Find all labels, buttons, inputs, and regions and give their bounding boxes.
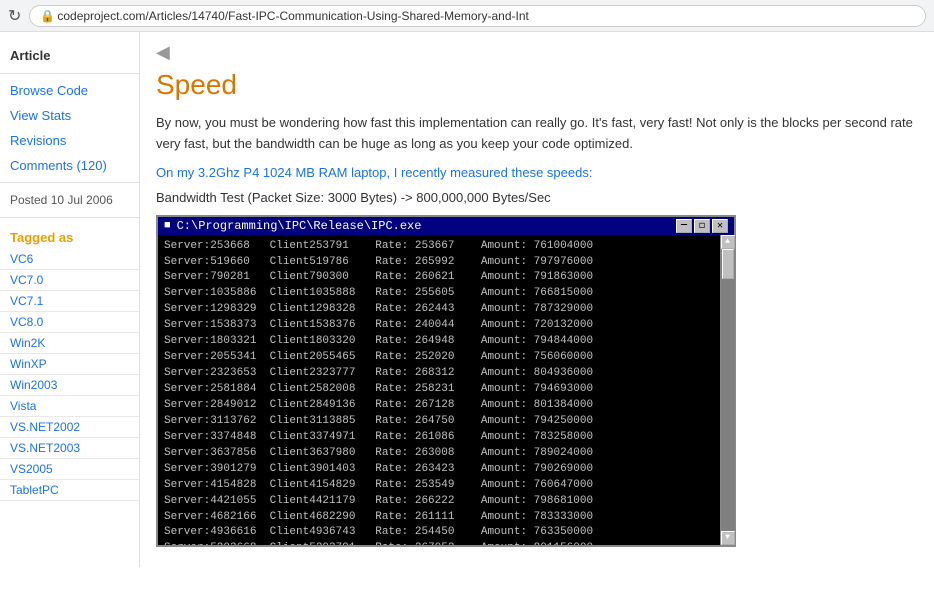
- console-line: Server:3637856 Client3637980 Rate: 26300…: [164, 446, 728, 462]
- intro-paragraph: By now, you must be wondering how fast t…: [156, 113, 914, 155]
- measured-paragraph: On my 3.2Ghz P4 1024 MB RAM laptop, I re…: [156, 165, 914, 180]
- console-line: Server:1803321 Client1803320 Rate: 26494…: [164, 334, 728, 350]
- bandwidth-paragraph: Bandwidth Test (Packet Size: 3000 Bytes)…: [156, 190, 914, 205]
- console-titlebar-left: ■ C:\Programming\IPC\Release\IPC.exe: [164, 219, 421, 233]
- tag-vc6[interactable]: VC6: [0, 249, 139, 270]
- tag-winxp[interactable]: WinXP: [0, 354, 139, 375]
- minimize-button[interactable]: —: [676, 219, 692, 233]
- tag-vista[interactable]: Vista: [0, 396, 139, 417]
- console-line: Server:790281 Client790300 Rate: 260621 …: [164, 270, 728, 286]
- tag-vsnet2002[interactable]: VS.NET2002: [0, 417, 139, 438]
- browser-bar: ↻ 🔒 codeproject.com/Articles/14740/Fast-…: [0, 0, 934, 32]
- sidebar: Article Browse Code View Stats Revisions…: [0, 32, 140, 567]
- console-titlebar-buttons: — ◻ ✕: [676, 219, 728, 233]
- sidebar-divider-tagged: [0, 217, 139, 218]
- console-body: Server:253668 Client253791 Rate: 253667 …: [158, 235, 734, 545]
- url-text: codeproject.com/Articles/14740/Fast-IPC-…: [57, 9, 529, 23]
- tag-vs2005[interactable]: VS2005: [0, 459, 139, 480]
- console-line: Server:4936616 Client4936743 Rate: 25445…: [164, 525, 728, 541]
- tag-vc80[interactable]: VC8.0: [0, 312, 139, 333]
- console-line: Server:2055341 Client2055465 Rate: 25202…: [164, 350, 728, 366]
- sidebar-divider-mid: [0, 182, 139, 183]
- tag-tabletpc[interactable]: TabletPC: [0, 480, 139, 501]
- console-line: Server:2849012 Client2849136 Rate: 26712…: [164, 398, 728, 414]
- console-window: ■ C:\Programming\IPC\Release\IPC.exe — ◻…: [156, 215, 736, 547]
- sidebar-divider-top: [0, 73, 139, 74]
- close-button[interactable]: ✕: [712, 219, 728, 233]
- console-body-wrapper: Server:253668 Client253791 Rate: 253667 …: [158, 235, 734, 545]
- page-container: Article Browse Code View Stats Revisions…: [0, 32, 934, 567]
- restore-button[interactable]: ◻: [694, 219, 710, 233]
- console-app-icon: ■: [164, 220, 171, 232]
- scroll-track: [721, 249, 735, 531]
- refresh-icon[interactable]: ↻: [8, 6, 21, 26]
- console-line: Server:519660 Client519786 Rate: 265992 …: [164, 255, 728, 271]
- console-line: Server:4154828 Client4154829 Rate: 25354…: [164, 478, 728, 494]
- scroll-down-button[interactable]: ▼: [721, 531, 735, 545]
- sidebar-posted: Posted 10 Jul 2006: [0, 187, 139, 213]
- sidebar-article-title: Article: [0, 40, 139, 69]
- console-title-text: C:\Programming\IPC\Release\IPC.exe: [177, 219, 422, 233]
- scroll-thumb[interactable]: [722, 249, 734, 279]
- url-bar[interactable]: 🔒 codeproject.com/Articles/14740/Fast-IP…: [29, 5, 926, 27]
- page-title: Speed: [156, 69, 914, 101]
- console-line: Server:253668 Client253791 Rate: 253667 …: [164, 239, 728, 255]
- back-arrow-icon[interactable]: ◀: [156, 42, 170, 63]
- tagged-as-title: Tagged as: [0, 222, 139, 249]
- main-content: ◀ Speed By now, you must be wondering ho…: [140, 32, 934, 567]
- console-line: Server:3901279 Client3901403 Rate: 26342…: [164, 462, 728, 478]
- console-line: Server:2323653 Client2323777 Rate: 26831…: [164, 366, 728, 382]
- console-line: Server:5203668 Client5203791 Rate: 26705…: [164, 541, 728, 544]
- sidebar-link-view-stats[interactable]: View Stats: [0, 103, 139, 128]
- console-line: Server:4682166 Client4682290 Rate: 26111…: [164, 510, 728, 526]
- sidebar-link-revisions[interactable]: Revisions: [0, 128, 139, 153]
- console-line: Server:3113762 Client3113885 Rate: 26475…: [164, 414, 728, 430]
- sidebar-link-comments[interactable]: Comments (120): [0, 153, 139, 178]
- tag-vc70[interactable]: VC7.0: [0, 270, 139, 291]
- console-scrollbar[interactable]: ▲ ▼: [720, 235, 734, 545]
- console-line: Server:2581884 Client2582008 Rate: 25823…: [164, 382, 728, 398]
- console-line: Server:4421055 Client4421179 Rate: 26622…: [164, 494, 728, 510]
- console-line: Server:1035886 Client1035888 Rate: 25560…: [164, 286, 728, 302]
- lock-icon: 🔒: [40, 9, 55, 23]
- console-line: Server:1538373 Client1538376 Rate: 24004…: [164, 318, 728, 334]
- console-titlebar: ■ C:\Programming\IPC\Release\IPC.exe — ◻…: [158, 217, 734, 235]
- tag-vc71[interactable]: VC7.1: [0, 291, 139, 312]
- scroll-up-button[interactable]: ▲: [721, 235, 735, 249]
- console-line: Server:1298329 Client1298328 Rate: 26244…: [164, 302, 728, 318]
- tag-win2003[interactable]: Win2003: [0, 375, 139, 396]
- console-line: Server:3374848 Client3374971 Rate: 26108…: [164, 430, 728, 446]
- sidebar-link-browse-code[interactable]: Browse Code: [0, 78, 139, 103]
- tag-vsnet2003[interactable]: VS.NET2003: [0, 438, 139, 459]
- tag-win2k[interactable]: Win2K: [0, 333, 139, 354]
